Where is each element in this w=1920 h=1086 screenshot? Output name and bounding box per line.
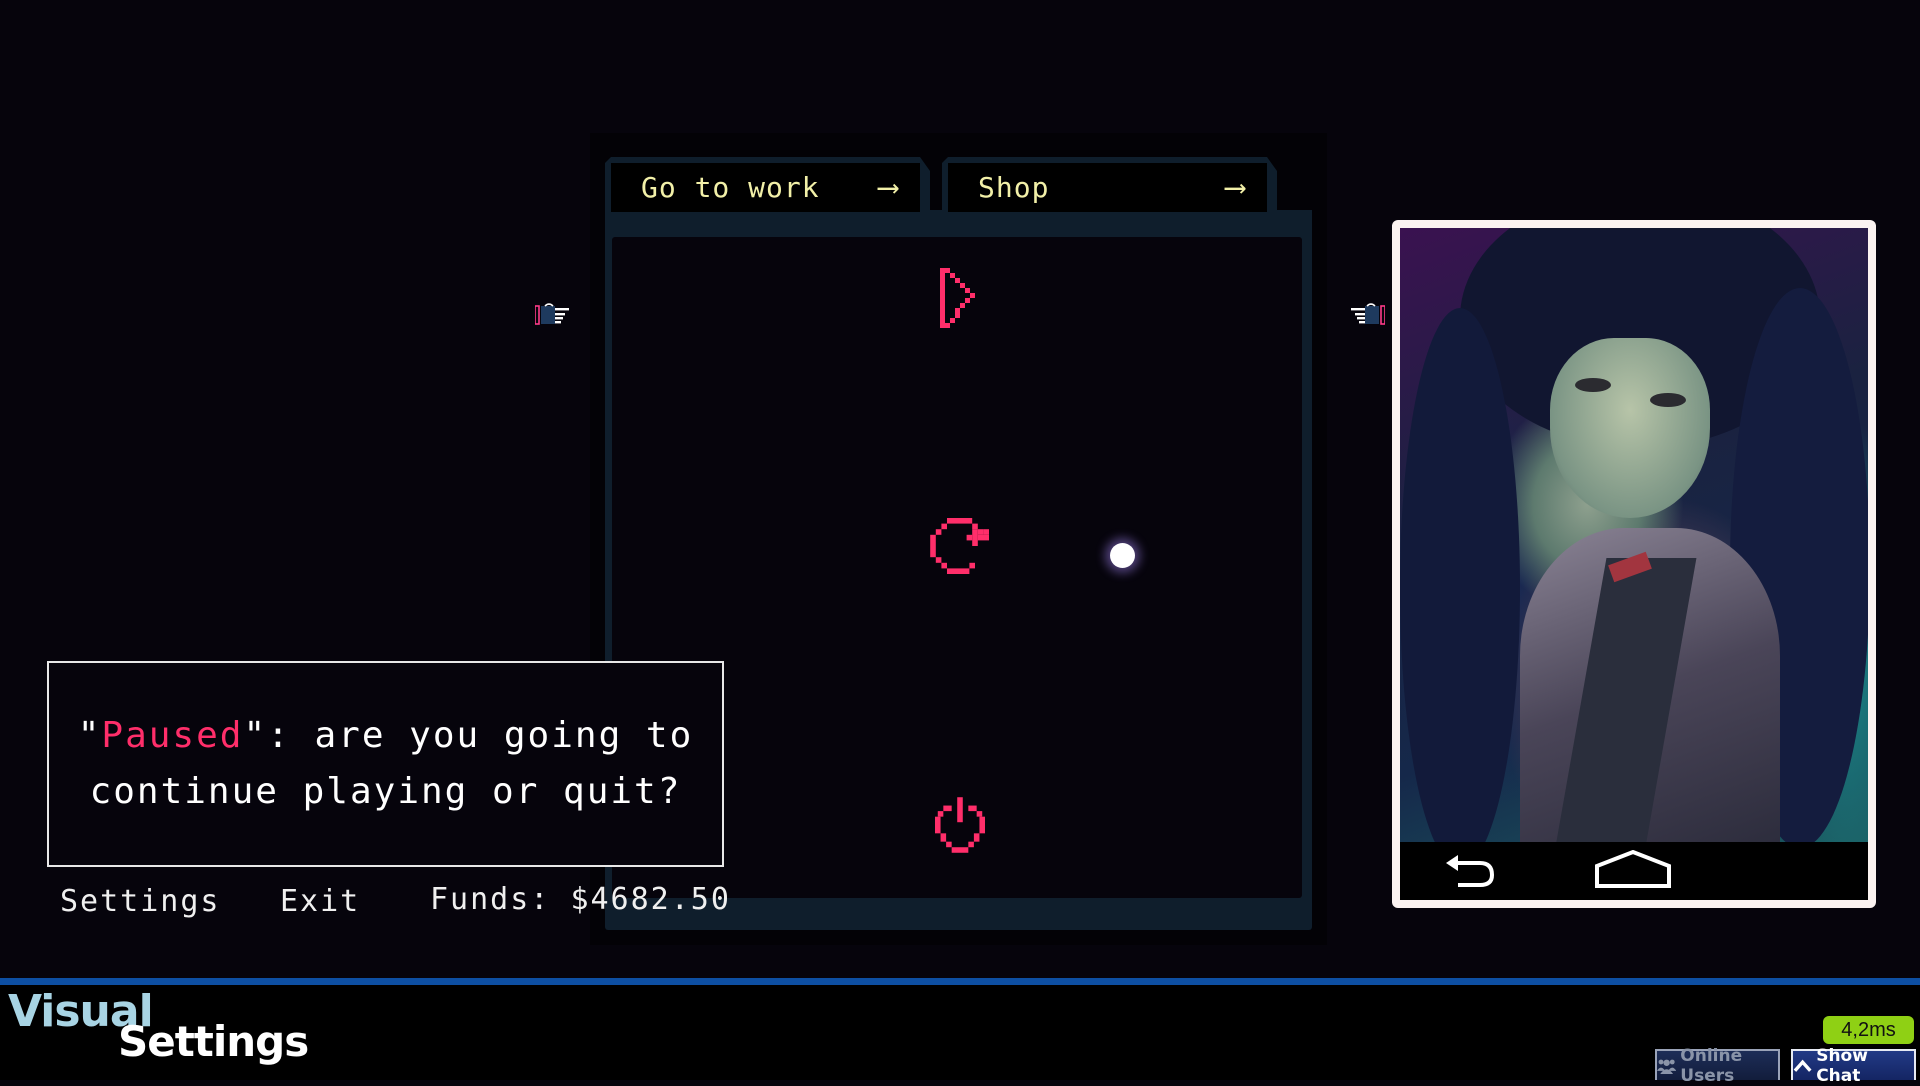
overlay-divider xyxy=(0,978,1920,985)
pointing-hand-right-icon xyxy=(535,303,569,325)
restart-icon-shape xyxy=(930,518,989,574)
dialog-text-1: are you going to xyxy=(290,715,694,756)
funds-value: $4682.50 xyxy=(570,882,731,917)
restart-icon[interactable] xyxy=(930,518,992,574)
overlay-title-settings: Settings xyxy=(118,1017,309,1066)
ping-badge: 4,2ms xyxy=(1823,1016,1914,1044)
online-users-button[interactable]: Online Users xyxy=(1655,1046,1780,1086)
anime-girl-portrait xyxy=(1400,228,1868,842)
chevron-up-icon xyxy=(1793,1059,1812,1072)
quote-colon: ": xyxy=(243,715,291,756)
power-icon-shape xyxy=(935,797,985,853)
arrow-right-icon: ⟶ xyxy=(878,170,898,205)
paused-highlight: Paused xyxy=(101,715,244,756)
pointing-hand-left-icon xyxy=(1351,303,1385,325)
settings-button[interactable]: Settings xyxy=(60,884,221,919)
funds-label: Funds: xyxy=(430,882,551,917)
exit-button[interactable]: Exit xyxy=(280,884,360,919)
show-chat-button[interactable]: Show Chat xyxy=(1791,1046,1916,1086)
tab-go-to-work-label: Go to work xyxy=(641,171,820,204)
arrow-right-icon: ⟶ xyxy=(1225,170,1245,205)
pause-dialog: "Paused": are you going to continue play… xyxy=(47,661,724,867)
tab-go-to-work[interactable]: Go to work ⟶ xyxy=(605,157,930,212)
tab-shop-label: Shop xyxy=(978,171,1050,204)
funds-display: Funds: $4682.50 xyxy=(430,882,731,917)
play-icon-shape xyxy=(940,268,975,328)
back-icon[interactable] xyxy=(1442,851,1498,889)
quote-mark: " xyxy=(77,715,102,756)
dialog-line-1: "Paused": are you going to xyxy=(78,708,694,764)
users-icon xyxy=(1657,1059,1677,1074)
phone-nav-bar xyxy=(1400,842,1868,900)
power-icon[interactable] xyxy=(935,797,985,853)
home-icon[interactable] xyxy=(1595,850,1671,890)
play-icon[interactable] xyxy=(940,268,980,328)
dialog-line-2: continue playing or quit? xyxy=(89,771,682,812)
tab-shop[interactable]: Shop ⟶ xyxy=(942,157,1277,212)
glowing-dot-cursor xyxy=(1110,543,1135,568)
